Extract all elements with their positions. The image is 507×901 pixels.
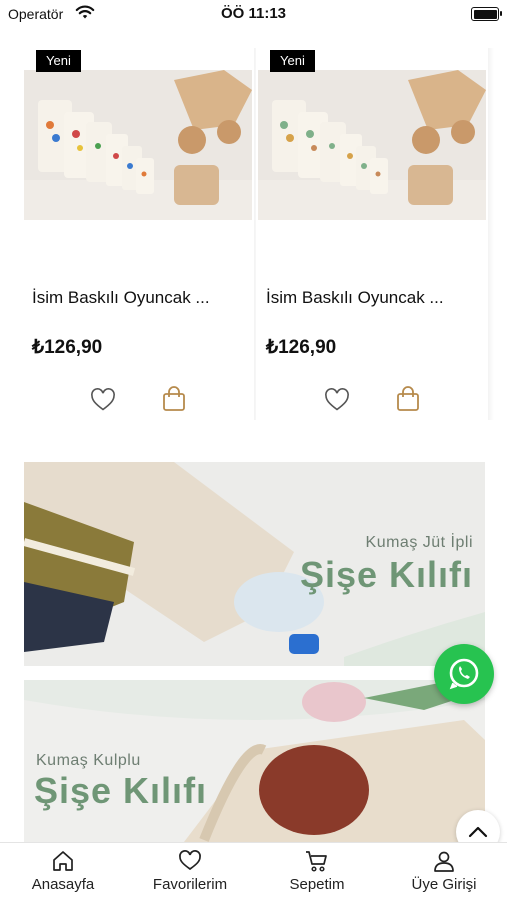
home-icon (53, 851, 73, 871)
promo-banner[interactable]: Kumaş Jüt İpli Şişe Kılıfı (24, 462, 485, 666)
banner-subtitle: Kumaş Jüt İpli (365, 534, 473, 551)
clock: ÖÖ 11:13 (220, 5, 287, 22)
product-image[interactable] (24, 70, 252, 220)
banner-title: Şişe Kılıfı (299, 554, 473, 595)
product-title[interactable]: İsim Baskılı Oyuncak ... (266, 288, 444, 308)
shopping-bag-icon[interactable] (396, 386, 420, 412)
nav-label: Anasayfa (31, 876, 95, 893)
product-price: ₺126,90 (266, 337, 337, 358)
banner-subtitle: Kumaş Kulplu (36, 752, 141, 769)
whatsapp-icon (449, 658, 479, 690)
nav-label: Üye Girişi (411, 876, 477, 893)
nav-cart[interactable]: Sepetim (254, 843, 380, 901)
nav-login[interactable]: Üye Girişi (381, 843, 507, 901)
product-image[interactable] (258, 70, 486, 220)
product-price: ₺126,90 (32, 337, 103, 358)
nav-label: Sepetim (289, 876, 345, 893)
battery-icon (471, 7, 502, 21)
nav-home[interactable]: Anasayfa (0, 843, 126, 901)
banner-title: Şişe Kılıfı (34, 770, 208, 811)
new-badge: Yeni (36, 50, 81, 72)
cart-icon (306, 851, 327, 872)
nav-favorites[interactable]: Favorilerim (127, 843, 253, 901)
heart-icon[interactable] (90, 388, 116, 412)
product-title[interactable]: İsim Baskılı Oyuncak ... (32, 288, 210, 308)
promo-banner[interactable]: Kumaş Kulplu Şişe Kılıfı (24, 680, 485, 842)
product-card[interactable]: Yeni İsim Baskılı Oyuncak ... ₺126,90 (22, 48, 260, 420)
whatsapp-button[interactable] (434, 644, 494, 704)
user-icon (434, 851, 454, 872)
product-card[interactable]: Yeni İsim Baskılı Oyuncak ... ₺126,90 (256, 48, 494, 420)
status-bar: Operatör ÖÖ 11:13 (0, 0, 507, 30)
nav-label: Favorilerim (152, 876, 228, 893)
heart-icon (179, 850, 201, 871)
heart-icon[interactable] (324, 388, 350, 412)
bottom-nav: Anasayfa Favorilerim Sepetim Üye Girişi (0, 842, 507, 901)
shopping-bag-icon[interactable] (162, 386, 186, 412)
new-badge: Yeni (270, 50, 315, 72)
